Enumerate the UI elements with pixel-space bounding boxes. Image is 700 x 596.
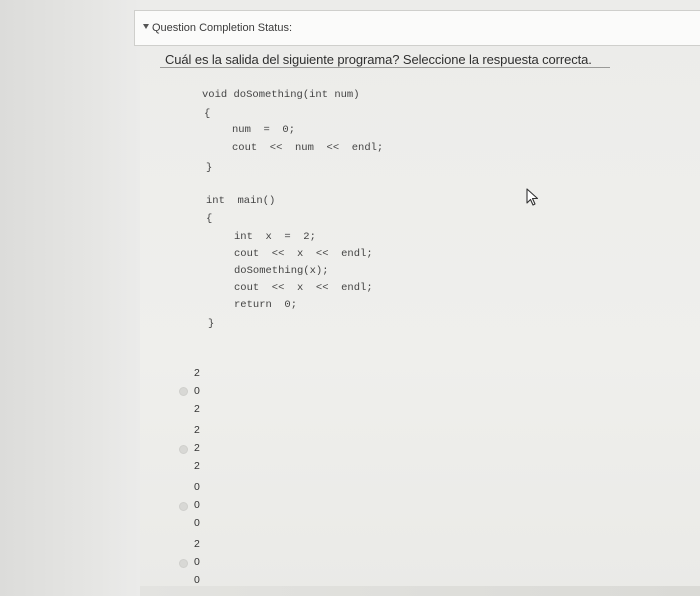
option-value: 2 <box>194 403 200 415</box>
code-line: } <box>206 162 213 174</box>
code-line: int x = 2; <box>234 231 316 243</box>
option-value: 0 <box>194 385 200 397</box>
code-line: { <box>206 213 213 225</box>
option-value: 2 <box>194 424 200 436</box>
radio-button[interactable] <box>179 445 188 454</box>
option-value: 0 <box>194 517 200 529</box>
code-line: int main() <box>206 195 276 207</box>
option-value: 2 <box>194 367 200 379</box>
option-value: 2 <box>194 538 200 550</box>
option-value: 0 <box>194 574 200 586</box>
code-line: num = 0; <box>232 124 296 136</box>
bottom-cut-off-strip <box>140 586 700 596</box>
option-value: 2 <box>194 442 200 454</box>
caret-down-icon[interactable] <box>143 24 149 29</box>
status-label: Question Completion Status: <box>152 22 293 34</box>
option-value: 0 <box>194 499 200 511</box>
code-line: void doSomething(int num) <box>202 89 360 101</box>
code-line: return 0; <box>234 299 298 311</box>
code-line: { <box>204 108 211 120</box>
code-line: doSomething(x); <box>234 265 329 277</box>
code-line: } <box>208 318 215 330</box>
option-value: 0 <box>194 556 200 568</box>
page-background-left <box>0 0 140 596</box>
question-completion-status-bar[interactable]: Question Completion Status: <box>134 10 700 46</box>
option-value: 0 <box>194 481 200 493</box>
radio-button[interactable] <box>179 502 188 511</box>
code-line: cout << num << endl; <box>232 142 384 154</box>
option-value: 2 <box>194 460 200 472</box>
code-line: cout << x << endl; <box>234 248 373 260</box>
question-divider <box>160 67 610 68</box>
question-text: Cuál es la salida del siguiente programa… <box>165 52 592 67</box>
code-line: cout << x << endl; <box>234 282 373 294</box>
radio-button[interactable] <box>179 387 188 396</box>
answer-options: 2 0 2 2 2 2 0 0 0 2 0 0 <box>170 367 210 587</box>
mouse-pointer-icon <box>525 188 541 213</box>
radio-button[interactable] <box>179 559 188 568</box>
